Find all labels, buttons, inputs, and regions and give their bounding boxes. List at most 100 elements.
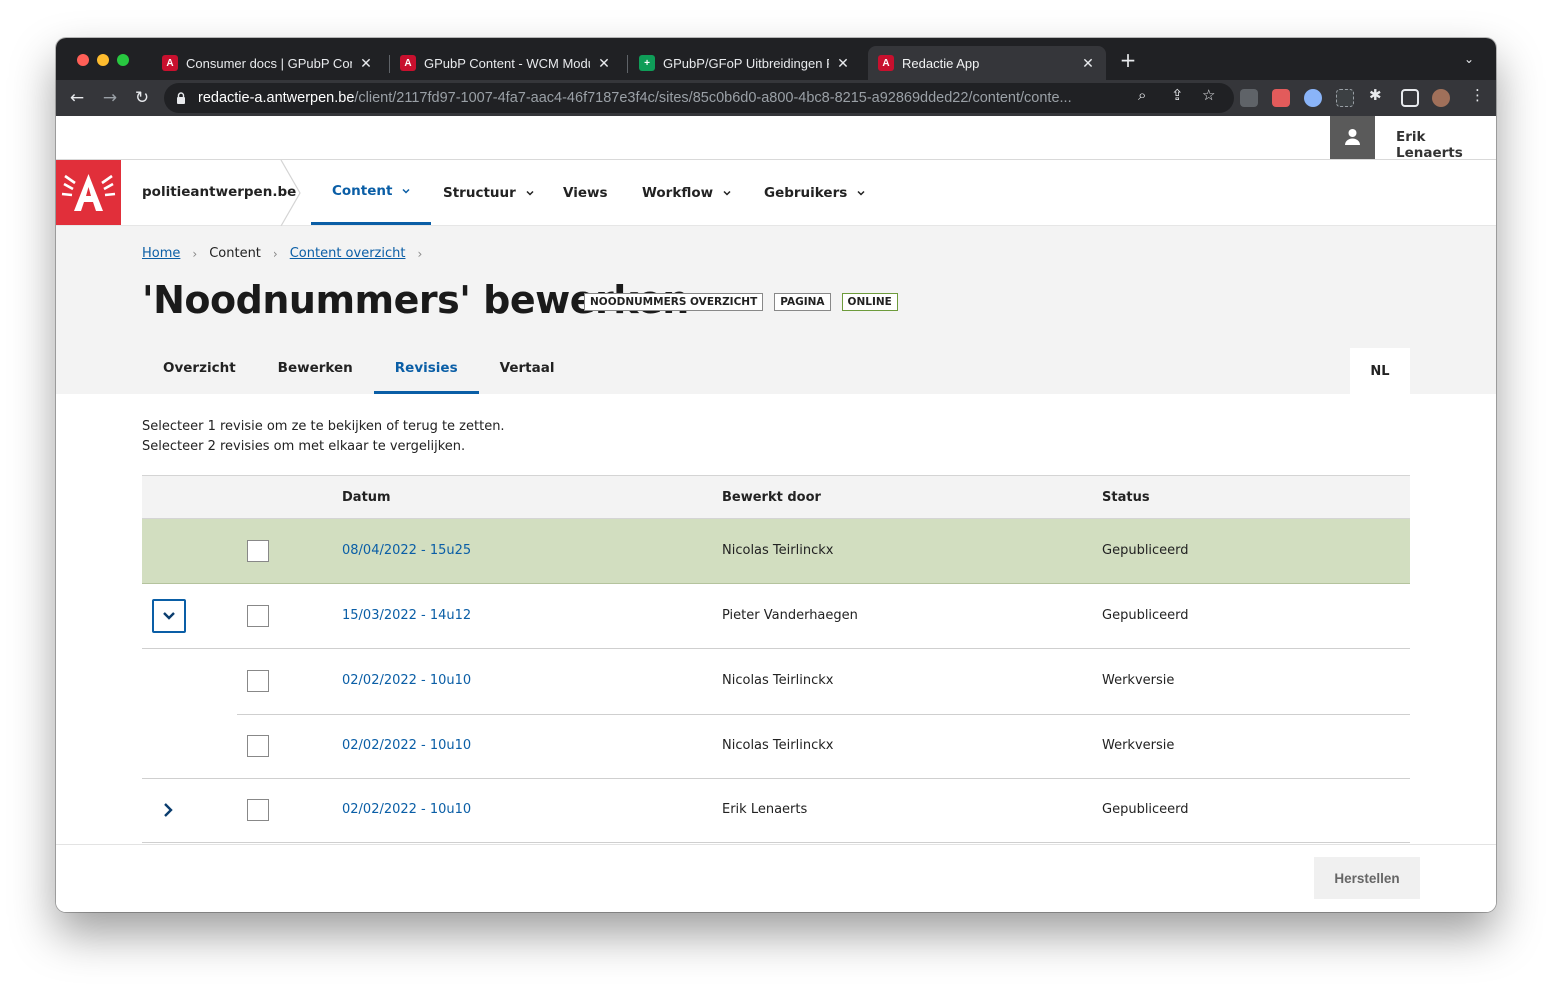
table-row-child[interactable]: 02/02/2022 - 10u10 Nicolas Teirlinckx We… [142,714,1410,779]
tab-title: Redactie App [902,55,980,71]
tab-revisies[interactable]: Revisies [373,350,479,394]
revision-author: Erik Lenaerts [722,802,808,817]
minimize-window-button[interactable] [97,54,109,66]
extension-icon[interactable] [1336,89,1354,107]
tab-vertaal[interactable]: Vertaal [479,350,576,394]
user-name[interactable]: Erik Lenaerts [1396,129,1496,161]
nav-item-workflow[interactable]: Workflow [621,160,752,225]
nav-item-label: Workflow [642,184,714,201]
action-bar: Herstellen [56,844,1496,912]
table-row[interactable]: 15/03/2022 - 14u12 Pieter Vanderhaegen G… [142,584,1410,649]
share-icon[interactable]: ⇪ [1171,86,1184,104]
revision-checkbox[interactable] [247,670,269,692]
instructions: Selecteer 1 revisie om ze te bekijken of… [142,417,505,456]
revision-checkbox[interactable] [247,799,269,821]
user-icon[interactable] [1330,116,1375,159]
revision-checkbox[interactable] [247,605,269,627]
main-navigation: politieantwerpen.be Content Structuur Vi… [56,160,1496,226]
side-panel-icon[interactable] [1401,89,1419,107]
revision-date-link[interactable]: 02/02/2022 - 10u10 [342,738,471,753]
chevron-right-icon: › [272,246,278,261]
back-icon[interactable]: ← [67,88,87,108]
tab-strip: A Consumer docs | GPubP Conte ✕ A GPubP … [56,38,1496,80]
chevron-down-icon [163,612,175,620]
nav-item-label: Gebruikers [764,184,848,201]
language-switch[interactable]: NL [1350,348,1410,394]
extension-icon[interactable] [1304,89,1322,107]
nav-item-gebruikers[interactable]: Gebruikers [743,160,886,225]
antwerpen-a-icon: A [162,55,178,71]
reload-icon[interactable]: ↻ [132,88,152,108]
instruction-line: Selecteer 2 revisies om met elkaar te ve… [142,438,466,454]
browser-toolbar: ← → ↻ redactie-a.antwerpen.be/client/211… [56,80,1496,116]
subtabs: Overzicht Bewerken Revisies Vertaal [142,350,575,394]
lock-icon [177,92,185,104]
chevron-right-icon: › [417,246,423,261]
close-icon[interactable]: ✕ [1080,55,1096,72]
revision-checkbox[interactable] [247,735,269,757]
profile-avatar[interactable] [1432,89,1450,107]
chevron-down-icon [526,190,534,196]
chevron-down-icon [723,190,731,196]
site-name[interactable]: politieantwerpen.be [142,184,296,200]
antwerpen-logo[interactable] [56,160,121,225]
revision-status: Gepubliceerd [1102,543,1189,558]
revision-date-link[interactable]: 08/04/2022 - 15u25 [342,543,471,558]
close-icon[interactable]: ✕ [835,55,851,72]
puzzle-extensions-icon[interactable]: ✱ [1369,86,1382,104]
browser-tab[interactable]: A Consumer docs | GPubP Conte ✕ [152,46,384,80]
table-row[interactable]: 08/04/2022 - 15u25 Nicolas Teirlinckx Ge… [142,519,1410,584]
zoom-icon[interactable]: ⌕ [1138,86,1146,104]
nav-item-structuur[interactable]: Structuur [422,160,555,225]
breadcrumb-content: Content [209,246,261,261]
breadcrumb: Home › Content › Content overzicht › [142,246,434,261]
page-type-badge: PAGINA [774,293,831,311]
maximize-window-button[interactable] [117,54,129,66]
extension-icon[interactable] [1272,89,1290,107]
restore-button[interactable]: Herstellen [1314,857,1420,899]
chevron-right-icon[interactable] [160,802,176,818]
browser-tab[interactable]: + GPubP/GFoP Uitbreidingen PZA ✕ [629,46,861,80]
revision-status: Gepubliceerd [1102,608,1189,623]
revision-date-link[interactable]: 02/02/2022 - 10u10 [342,802,471,817]
address-bar[interactable]: redactie-a.antwerpen.be/client/2117fd97-… [164,83,1234,113]
table-row-child[interactable]: 02/02/2022 - 10u10 Nicolas Teirlinckx We… [142,649,1410,715]
nav-item-label: Views [563,184,608,201]
more-menu-icon[interactable]: ⋮ [1470,86,1485,104]
tab-search-icon[interactable]: ⌄ [1464,52,1474,66]
revisions-panel: Selecteer 1 revisie om ze te bekijken of… [56,394,1496,844]
tab-overzicht[interactable]: Overzicht [142,350,257,394]
tab-title: GPubP Content - WCM Module [424,55,590,71]
collapse-button[interactable] [152,599,186,633]
browser-tab[interactable]: A GPubP Content - WCM Module ✕ [390,46,622,80]
antwerpen-a-icon: A [400,55,416,71]
revision-checkbox[interactable] [247,540,269,562]
pen-extension-icon[interactable] [1240,89,1258,107]
forward-icon[interactable]: → [100,88,120,108]
person-icon [1345,129,1360,145]
revision-status: Werkversie [1102,673,1175,688]
close-icon[interactable]: ✕ [358,55,374,72]
tab-bewerken[interactable]: Bewerken [257,350,374,394]
nav-item-views[interactable]: Views [542,160,629,225]
revision-date-link[interactable]: 02/02/2022 - 10u10 [342,673,471,688]
column-header-status: Status [1102,490,1150,505]
close-window-button[interactable] [77,54,89,66]
status-badge: ONLINE [841,293,898,311]
new-tab-button[interactable]: + [1118,50,1138,70]
table-row[interactable]: 02/02/2022 - 10u10 Erik Lenaerts Gepubli… [142,778,1410,843]
table-header: Datum Bewerkt door Status [142,475,1410,519]
nav-item-content[interactable]: Content [311,160,432,225]
breadcrumb-home[interactable]: Home [142,246,180,261]
instruction-line: Selecteer 1 revisie om ze te bekijken of… [142,419,505,434]
url-host: redactie-a.antwerpen.be [198,90,355,106]
bookmark-star-icon[interactable]: ☆ [1202,86,1215,104]
revision-date-link[interactable]: 15/03/2022 - 14u12 [342,608,471,623]
page-header: Home › Content › Content overzicht › 'No… [56,226,1496,394]
breadcrumb-content-overzicht[interactable]: Content overzicht [290,246,406,261]
column-header-bewerkt-door: Bewerkt door [722,490,821,505]
browser-tab-active[interactable]: A Redactie App ✕ [868,46,1106,80]
close-icon[interactable]: ✕ [596,55,612,72]
revision-author: Nicolas Teirlinckx [722,673,834,688]
nav-item-label: Structuur [443,184,516,201]
